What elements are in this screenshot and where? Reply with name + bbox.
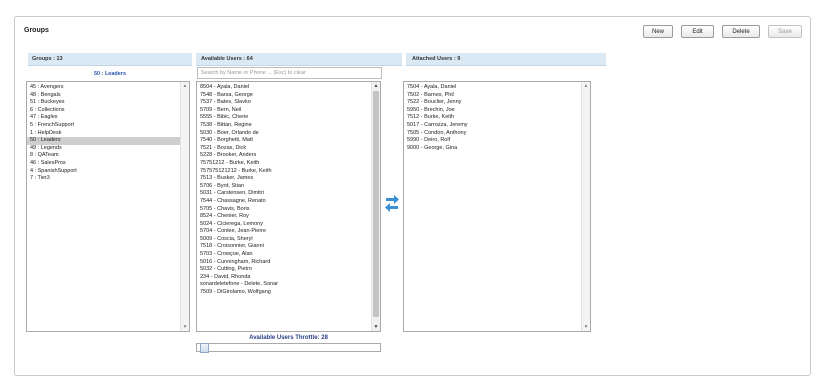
scrollbar-thumb[interactable] [373,91,379,317]
group-list-item[interactable]: 45 : Avengers [27,84,189,92]
available-user-item[interactable]: 8504 - Ayala, Daniel [197,84,380,92]
available-user-item[interactable]: 7538 - Bittan, Regine [197,122,380,130]
groups-list-items: 45 : Avengers 48 : Bengals 51 : Buckeyes 6 … [27,82,189,183]
scroll-up-arrow-icon[interactable]: ▲ [582,82,590,90]
attached-users-list-items: 7504 - Ayala, Daniel 7502 - Barnes, Phil 7… [404,82,590,152]
attached-user-item[interactable]: 7504 - Ayala, Daniel [404,84,590,92]
available-user-item[interactable]: 5031 - Carstensen, Dimitri [197,190,380,198]
group-list-item[interactable]: 51 : Buckeyes [27,99,189,107]
available-user-item[interactable]: 5709 - Bern, Neil [197,107,380,115]
selected-group-label: 50 : Leaders [93,71,127,77]
available-user-item[interactable]: 5555 - Bibic, Cherie [197,114,380,122]
attached-user-item[interactable]: 5017 - Carrozza, Jeremy [404,122,590,130]
available-user-item[interactable]: 234 - David, Rhonda [197,274,380,282]
groups-scrollbar[interactable]: ▲ ▼ [180,82,189,331]
panel-title: Groups [24,27,49,34]
group-list-item[interactable]: 50 : Leaders [27,137,189,145]
throttle-slider-handle[interactable] [200,343,209,353]
delete-button[interactable]: Delete [722,25,760,38]
move-right-arrow-icon [386,195,399,204]
transfer-arrows-icon[interactable] [384,193,400,213]
new-button[interactable]: New [643,25,673,38]
available-user-item[interactable]: 75751212 - Burke, Keith [197,160,380,168]
available-users-header: Available Users : 64 [196,53,402,66]
available-user-item[interactable]: 7518 - Croisonnier, Gianni [197,243,380,251]
scroll-down-arrow-icon[interactable]: ▼ [582,323,590,331]
available-users-scrollbar[interactable]: ▲ ▼ [371,82,380,331]
available-user-item[interactable]: 8524 - Chenier, Roy [197,213,380,221]
available-user-item[interactable]: 5706 - Byrd, Stian [197,183,380,191]
available-user-item[interactable]: 5705 - Chavis, Boris [197,206,380,214]
scroll-down-arrow-icon[interactable]: ▼ [181,323,189,331]
available-user-item[interactable]: 7544 - Chassagne, Renato [197,198,380,206]
available-user-item[interactable]: 7509 - DiGirolamo, Wolfgang [197,289,380,297]
available-user-item[interactable]: 5704 - Conlee, Jean-Pierre [197,228,380,236]
throttle-slider[interactable] [196,343,381,353]
available-user-item[interactable]: 757575121212 - Burke, Keith [197,168,380,176]
group-list-item[interactable]: 1 : HelpDesk [27,130,189,138]
move-left-arrow-icon [385,203,398,212]
available-user-item[interactable]: 7540 - Borghetti, Matt [197,137,380,145]
scroll-down-arrow-icon[interactable]: ▼ [372,323,380,331]
group-list-item[interactable]: 46 : SalesPros [27,160,189,168]
attached-user-item[interactable]: 7512 - Burke, Keith [404,114,590,122]
group-list-item[interactable]: 7 : Tier3 [27,175,189,183]
available-user-item[interactable]: 5016 - Cunningham, Richard [197,259,380,267]
throttle-label: Available Users Throttle: 28 [249,335,328,341]
edit-button[interactable]: Edit [681,25,714,38]
group-list-item[interactable]: 4 : SpanishSupport [27,168,189,176]
group-list-item[interactable]: 6 : Collections [27,107,189,115]
available-user-item[interactable]: 7548 - Barsa, George [197,92,380,100]
available-user-item[interactable]: 5009 - Coscia, Sheryl [197,236,380,244]
available-user-item[interactable]: 5228 - Brooker, Anders [197,152,380,160]
scroll-up-arrow-icon[interactable]: ▲ [181,82,189,90]
available-user-item[interactable]: 5024 - Cicierega, Lemony [197,221,380,229]
group-list-item[interactable]: 8 : QATeam [27,152,189,160]
available-user-item[interactable]: 5030 - Boer, Orlando de [197,130,380,138]
attached-user-item[interactable]: 5950 - Brechin, Joe [404,107,590,115]
available-user-item[interactable]: 7537 - Bates, Slavko [197,99,380,107]
group-list-item[interactable]: 47 : Eagles [27,114,189,122]
groups-list[interactable]: 45 : Avengers 48 : Bengals 51 : Buckeyes 6 … [26,81,190,332]
attached-user-item[interactable]: 9000 - George, Gina [404,145,590,153]
attached-users-scrollbar[interactable]: ▲ ▼ [581,82,590,331]
group-list-item[interactable]: 5 : FrenchSupport [27,122,189,130]
save-button[interactable]: Save [768,25,802,38]
attached-user-item[interactable]: 5990 - Deiro, Rolf [404,137,590,145]
toolbar: New Edit Delete Save [643,25,802,38]
groups-header: Groups : 13 [28,53,192,66]
available-user-item[interactable]: 5032 - Cutting, Pietro [197,266,380,274]
group-list-item[interactable]: 48 : Bengals [27,92,189,100]
available-users-list-items: 8504 - Ayala, Daniel 7548 - Barsa, George… [197,82,380,297]
attached-user-item[interactable]: 7502 - Barnes, Phil [404,92,590,100]
attached-user-item[interactable]: 7505 - Condon, Anthony [404,130,590,138]
attached-users-list[interactable]: 7504 - Ayala, Daniel 7502 - Barnes, Phil 7… [403,81,591,332]
scroll-up-arrow-icon[interactable]: ▲ [372,82,380,90]
available-user-item[interactable]: 7521 - Bozas, Dick [197,145,380,153]
attached-user-item[interactable]: 7522 - Bouclier, Jenny [404,99,590,107]
available-user-item[interactable]: sonardeletefone - Delete, Sonar [197,281,380,289]
group-list-item[interactable]: 49 : Legends [27,145,189,153]
available-user-item[interactable]: 5703 - Crowçoe, Alan [197,251,380,259]
attached-users-header: Attached Users : 9 [406,53,606,66]
available-user-item[interactable]: 7513 - Busker, James [197,175,380,183]
available-users-list[interactable]: 8504 - Ayala, Daniel 7548 - Barsa, George… [196,81,381,332]
user-search-input[interactable] [197,67,382,79]
